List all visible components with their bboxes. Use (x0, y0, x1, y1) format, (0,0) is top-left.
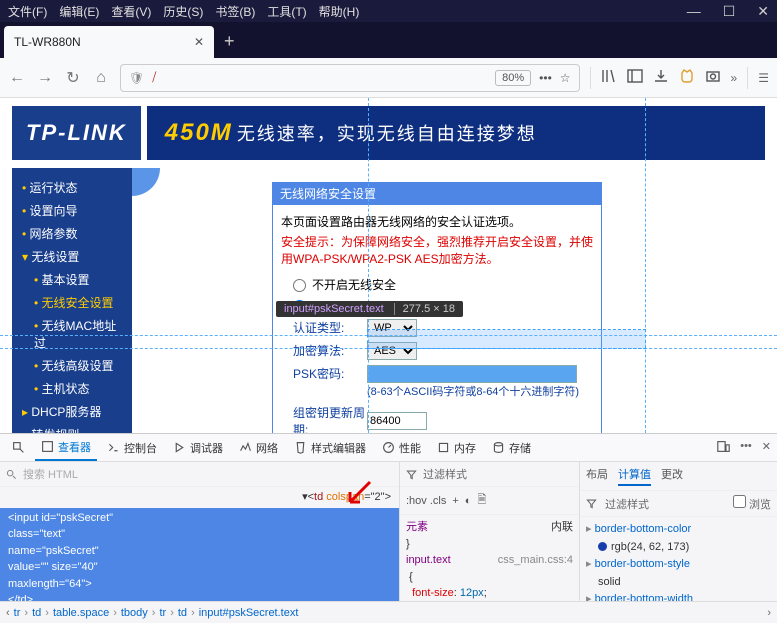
crumb[interactable]: tr (14, 607, 21, 619)
dt-tab-style[interactable]: 样式编辑器 (288, 436, 372, 460)
maximize-icon[interactable]: ☐ (723, 3, 736, 20)
tab-close-icon[interactable]: ✕ (194, 35, 204, 49)
new-tab-button[interactable]: + (224, 31, 235, 52)
sidebar-item-dhcp[interactable]: DHCP服务器 (12, 400, 132, 423)
menu-help[interactable]: 帮助(H) (319, 3, 360, 20)
html-search[interactable]: 搜索 HTML (23, 466, 78, 482)
filter-icon (406, 469, 417, 480)
forward-button[interactable]: → (36, 69, 54, 87)
style-filter[interactable]: 过滤样式 (423, 466, 467, 482)
radio-off-input[interactable] (293, 279, 306, 292)
browser-tab[interactable]: TL-WR880N ✕ (4, 26, 214, 58)
dt-inspect-icon[interactable] (6, 437, 31, 458)
menu-bookmark[interactable]: 书签(B) (215, 3, 255, 20)
crumb[interactable]: td (32, 607, 41, 619)
library-icon[interactable] (601, 68, 617, 87)
enc-select[interactable]: AES (367, 342, 417, 360)
bookmark-star-icon[interactable]: ☆ (560, 71, 571, 85)
form-warning: 安全提示：为保障网络安全，强烈推荐开启安全设置，并使用WPA-PSK/WPA2-… (281, 234, 593, 268)
dt-tab-storage[interactable]: 存储 (486, 436, 537, 460)
crumb-prev[interactable]: ‹ (6, 607, 10, 619)
sidebar-item-host[interactable]: 主机状态 (12, 377, 132, 400)
period-input[interactable] (367, 412, 427, 430)
form-title: 无线网络安全设置 (272, 182, 602, 205)
menu-file[interactable]: 文件(F) (8, 3, 47, 20)
dt-tab-memory[interactable]: 内存 (431, 436, 482, 460)
psk-label: PSK密码: (293, 365, 367, 382)
hov-toggle[interactable]: :hov .cls (406, 495, 446, 507)
search-icon (6, 469, 17, 480)
menu-tools[interactable]: 工具(T) (267, 3, 306, 20)
dt-close-icon[interactable]: ✕ (762, 440, 771, 456)
sidebar-item-forward[interactable]: 转发规则 (12, 423, 132, 433)
sidebar-item-wireless[interactable]: 无线设置 (12, 245, 132, 268)
tab-title: TL-WR880N (14, 35, 81, 49)
sidebar-toggle-icon[interactable] (627, 68, 643, 87)
dt-tab-inspector[interactable]: 查看器 (35, 435, 97, 461)
minimize-icon[interactable]: — (687, 3, 701, 20)
period-label: 组密钥更新周期: (293, 404, 367, 433)
computed-props[interactable]: border-bottom-color rgb(24, 62, 173) bor… (580, 517, 777, 601)
browse-checkbox[interactable] (733, 495, 746, 508)
sidebar-item-status[interactable]: 运行状态 (12, 176, 132, 199)
dt-r-changes[interactable]: 更改 (661, 466, 683, 486)
psk-hint: (8-63个ASCII码字符或8-64个十六进制字符) (367, 383, 593, 399)
dt-tab-network[interactable]: 网络 (233, 436, 284, 460)
dt-tab-perf[interactable]: 性能 (376, 436, 427, 460)
banner: 450M无线速率，实现无线自由连接梦想 (147, 106, 765, 160)
print-icon[interactable]: 🗎 (477, 491, 486, 510)
downloads-icon[interactable] (653, 68, 669, 87)
style-rules[interactable]: 元素 内联 } input.text css_main.css:4 { font… (400, 515, 579, 601)
sidebar: 运行状态 设置向导 网络参数 无线设置 基本设置 无线安全设置 无线MAC地址过… (12, 168, 132, 433)
insecure-icon: ⧸ (152, 70, 156, 85)
dt-r-computed[interactable]: 计算值 (618, 466, 651, 486)
form-description: 本页面设置路由器无线网络的安全认证选项。 (281, 213, 593, 230)
more-icon[interactable]: ••• (539, 71, 552, 85)
computed-filter[interactable]: 过滤样式 (605, 496, 649, 512)
enc-label: 加密算法: (293, 342, 367, 359)
contrast-icon[interactable]: ◐ (465, 495, 472, 507)
app-menu-icon[interactable]: ☰ (758, 71, 769, 85)
home-button[interactable]: ⌂ (92, 69, 110, 87)
dt-tab-debugger[interactable]: 调试器 (167, 436, 229, 460)
crumb[interactable]: tr (159, 607, 166, 619)
brand-logo: TP-LINK (12, 106, 141, 160)
sidebar-item-wizard[interactable]: 设置向导 (12, 199, 132, 222)
sidebar-item-mac[interactable]: 无线MAC地址过 (12, 314, 132, 354)
overflow-icon[interactable]: » (731, 71, 738, 85)
back-button[interactable]: ← (8, 69, 26, 87)
crumb[interactable]: td (178, 607, 187, 619)
zoom-indicator[interactable]: 80% (495, 70, 531, 86)
url-bar[interactable]: 🛡 ⧸ 80% ••• ☆ (120, 64, 580, 92)
dt-more-icon[interactable]: ••• (740, 440, 752, 456)
dt-responsive-icon[interactable] (717, 440, 730, 456)
menu-edit[interactable]: 编辑(E) (59, 3, 99, 20)
crumb[interactable]: table.space (53, 607, 109, 619)
filter-icon (586, 498, 597, 509)
auth-label: 认证类型: (293, 319, 367, 336)
crumb-selected[interactable]: input#pskSecret.text (199, 607, 299, 619)
crumb[interactable]: tbody (121, 607, 148, 619)
reload-button[interactable]: ↻ (64, 68, 82, 88)
sidebar-item-basic[interactable]: 基本设置 (12, 268, 132, 291)
auth-select[interactable]: WP (367, 319, 417, 337)
dt-r-layout[interactable]: 布局 (586, 466, 608, 486)
sidebar-item-advanced[interactable]: 无线高级设置 (12, 354, 132, 377)
shield-icon[interactable]: 🛡 (129, 71, 144, 85)
menu-history[interactable]: 历史(S) (163, 3, 203, 20)
sidebar-item-network[interactable]: 网络参数 (12, 222, 132, 245)
screenshot-icon[interactable] (705, 68, 721, 87)
dt-tab-console[interactable]: 控制台 (101, 436, 163, 460)
extension-icon[interactable] (679, 68, 695, 87)
inspect-tooltip: input#pskSecret.text277.5 × 18 (276, 301, 463, 317)
menu-view[interactable]: 查看(V) (111, 3, 151, 20)
radio-no-security[interactable]: 不开启无线安全 (293, 276, 593, 293)
sidebar-item-security[interactable]: 无线安全设置 (12, 291, 132, 314)
html-panel[interactable]: ▾<td colspan="2"> <input id="pskSecret" … (0, 487, 399, 601)
psk-input[interactable] (367, 365, 577, 383)
close-icon[interactable]: ✕ (757, 3, 769, 20)
plus-icon[interactable]: + (452, 495, 458, 507)
crumb-next[interactable]: › (767, 607, 771, 619)
